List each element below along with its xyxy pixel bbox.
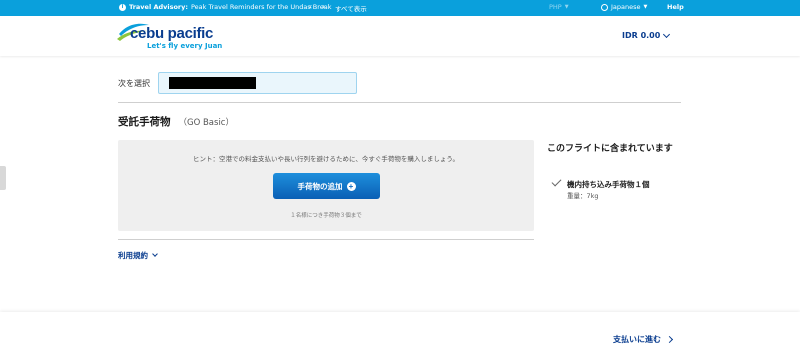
chevron-down-icon bbox=[152, 251, 158, 257]
select-label: 次を選択 bbox=[118, 78, 150, 88]
chevron-left-icon[interactable]: ‹ bbox=[309, 2, 312, 11]
info-icon: i bbox=[119, 3, 126, 11]
currency-selector[interactable]: PHP ▼ bbox=[549, 3, 569, 11]
brand-name: cebu pacific bbox=[130, 25, 214, 42]
terms-link[interactable]: 利用規約 bbox=[118, 250, 158, 261]
chevron-right-icon[interactable]: › bbox=[322, 2, 325, 11]
caret-down-icon: ▼ bbox=[564, 4, 569, 10]
site-header: cebu pacific Let's fly every Juan IDR 0.… bbox=[0, 16, 800, 56]
chevron-down-icon bbox=[663, 30, 671, 38]
advisory[interactable]: i Travel Advisory: Peak Travel Reminders … bbox=[119, 3, 332, 11]
add-baggage-label: 手荷物の追加 bbox=[297, 181, 343, 191]
included-title: このフライトに含まれています bbox=[547, 144, 673, 154]
travel-advisory-bar: i Travel Advisory: Peak Travel Reminders … bbox=[0, 0, 800, 16]
cebu-pacific-logo[interactable]: cebu pacific Let's fly every Juan bbox=[117, 20, 227, 54]
continue-to-payment-button[interactable]: 支払いに進む bbox=[613, 334, 674, 345]
divider bbox=[118, 102, 681, 103]
plus-icon: + bbox=[346, 181, 356, 191]
currency-value: PHP bbox=[549, 3, 562, 11]
show-all-link[interactable]: すべて表示 bbox=[335, 3, 367, 13]
fare-summary[interactable]: IDR 0.00 bbox=[622, 30, 671, 40]
footer-bar: 支払いに進む bbox=[0, 312, 800, 357]
baggage-limit: １名様につき手荷物３個まで bbox=[290, 213, 362, 219]
continue-label: 支払いに進む bbox=[613, 335, 661, 344]
help-link[interactable]: Help bbox=[667, 3, 684, 11]
check-icon bbox=[551, 176, 562, 187]
baggage-card: ヒント：空港での料金支払いや長い行列を避けるために、今すぐ手荷物を購入しましょう… bbox=[118, 140, 534, 231]
globe-icon bbox=[601, 3, 608, 11]
section-title: 受託手荷物 （GO Basic） bbox=[118, 114, 234, 129]
included-weight: 重量：7kg bbox=[567, 192, 599, 200]
language-selector[interactable]: Japanese ▼ bbox=[601, 3, 647, 11]
baggage-hint: ヒント：空港での料金支払いや長い行列を避けるために、今すぐ手荷物を購入しましょう… bbox=[193, 155, 459, 163]
redacted-passenger-name bbox=[169, 77, 256, 89]
language-value: Japanese bbox=[611, 3, 641, 11]
bundle-name: （GO Basic） bbox=[178, 118, 234, 128]
baggage-title: 受託手荷物 bbox=[118, 116, 171, 128]
advisory-label: Travel Advisory: bbox=[129, 3, 188, 11]
caret-down-icon: ▼ bbox=[643, 4, 648, 10]
included-item: 機内持ち込み手荷物１個 bbox=[567, 180, 650, 189]
terms-label: 利用規約 bbox=[118, 251, 148, 260]
divider bbox=[118, 239, 534, 240]
add-baggage-button[interactable]: 手荷物の追加 + bbox=[273, 173, 380, 199]
brand-tagline: Let's fly every Juan bbox=[147, 42, 223, 50]
fare-total: IDR 0.00 bbox=[622, 31, 661, 40]
passenger-select-row: 次を選択 bbox=[118, 72, 357, 94]
passenger-select[interactable] bbox=[158, 72, 357, 94]
chevron-right-icon bbox=[665, 335, 674, 344]
side-feedback-tab[interactable] bbox=[0, 166, 6, 190]
